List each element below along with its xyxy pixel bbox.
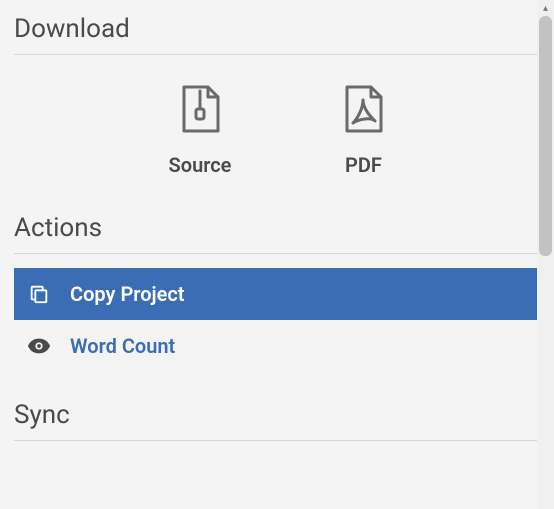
divider	[14, 253, 540, 254]
divider	[14, 440, 540, 441]
download-pdf-label: PDF	[345, 153, 382, 177]
action-label: Word Count	[70, 334, 175, 358]
download-heading: Download	[14, 6, 540, 54]
pdf-file-icon	[341, 85, 385, 139]
scroll-up-icon[interactable]: ▴	[537, 0, 554, 16]
scrollbar[interactable]: ▴	[537, 0, 554, 509]
download-pdf-button[interactable]: PDF	[341, 85, 385, 177]
eye-icon	[28, 338, 54, 354]
sync-heading: Sync	[14, 392, 540, 440]
word-count-button[interactable]: Word Count	[14, 320, 540, 372]
settings-panel: Download Source	[0, 0, 554, 441]
zip-file-icon	[178, 85, 222, 139]
actions-list: Copy Project Word Count	[14, 268, 540, 372]
copy-project-button[interactable]: Copy Project	[14, 268, 540, 320]
download-source-button[interactable]: Source	[169, 85, 232, 177]
download-row: Source PDF	[14, 55, 540, 205]
action-label: Copy Project	[70, 282, 185, 306]
download-source-label: Source	[169, 153, 232, 177]
actions-heading: Actions	[14, 205, 540, 253]
copy-icon	[28, 283, 54, 305]
scrollbar-thumb[interactable]	[539, 16, 552, 256]
